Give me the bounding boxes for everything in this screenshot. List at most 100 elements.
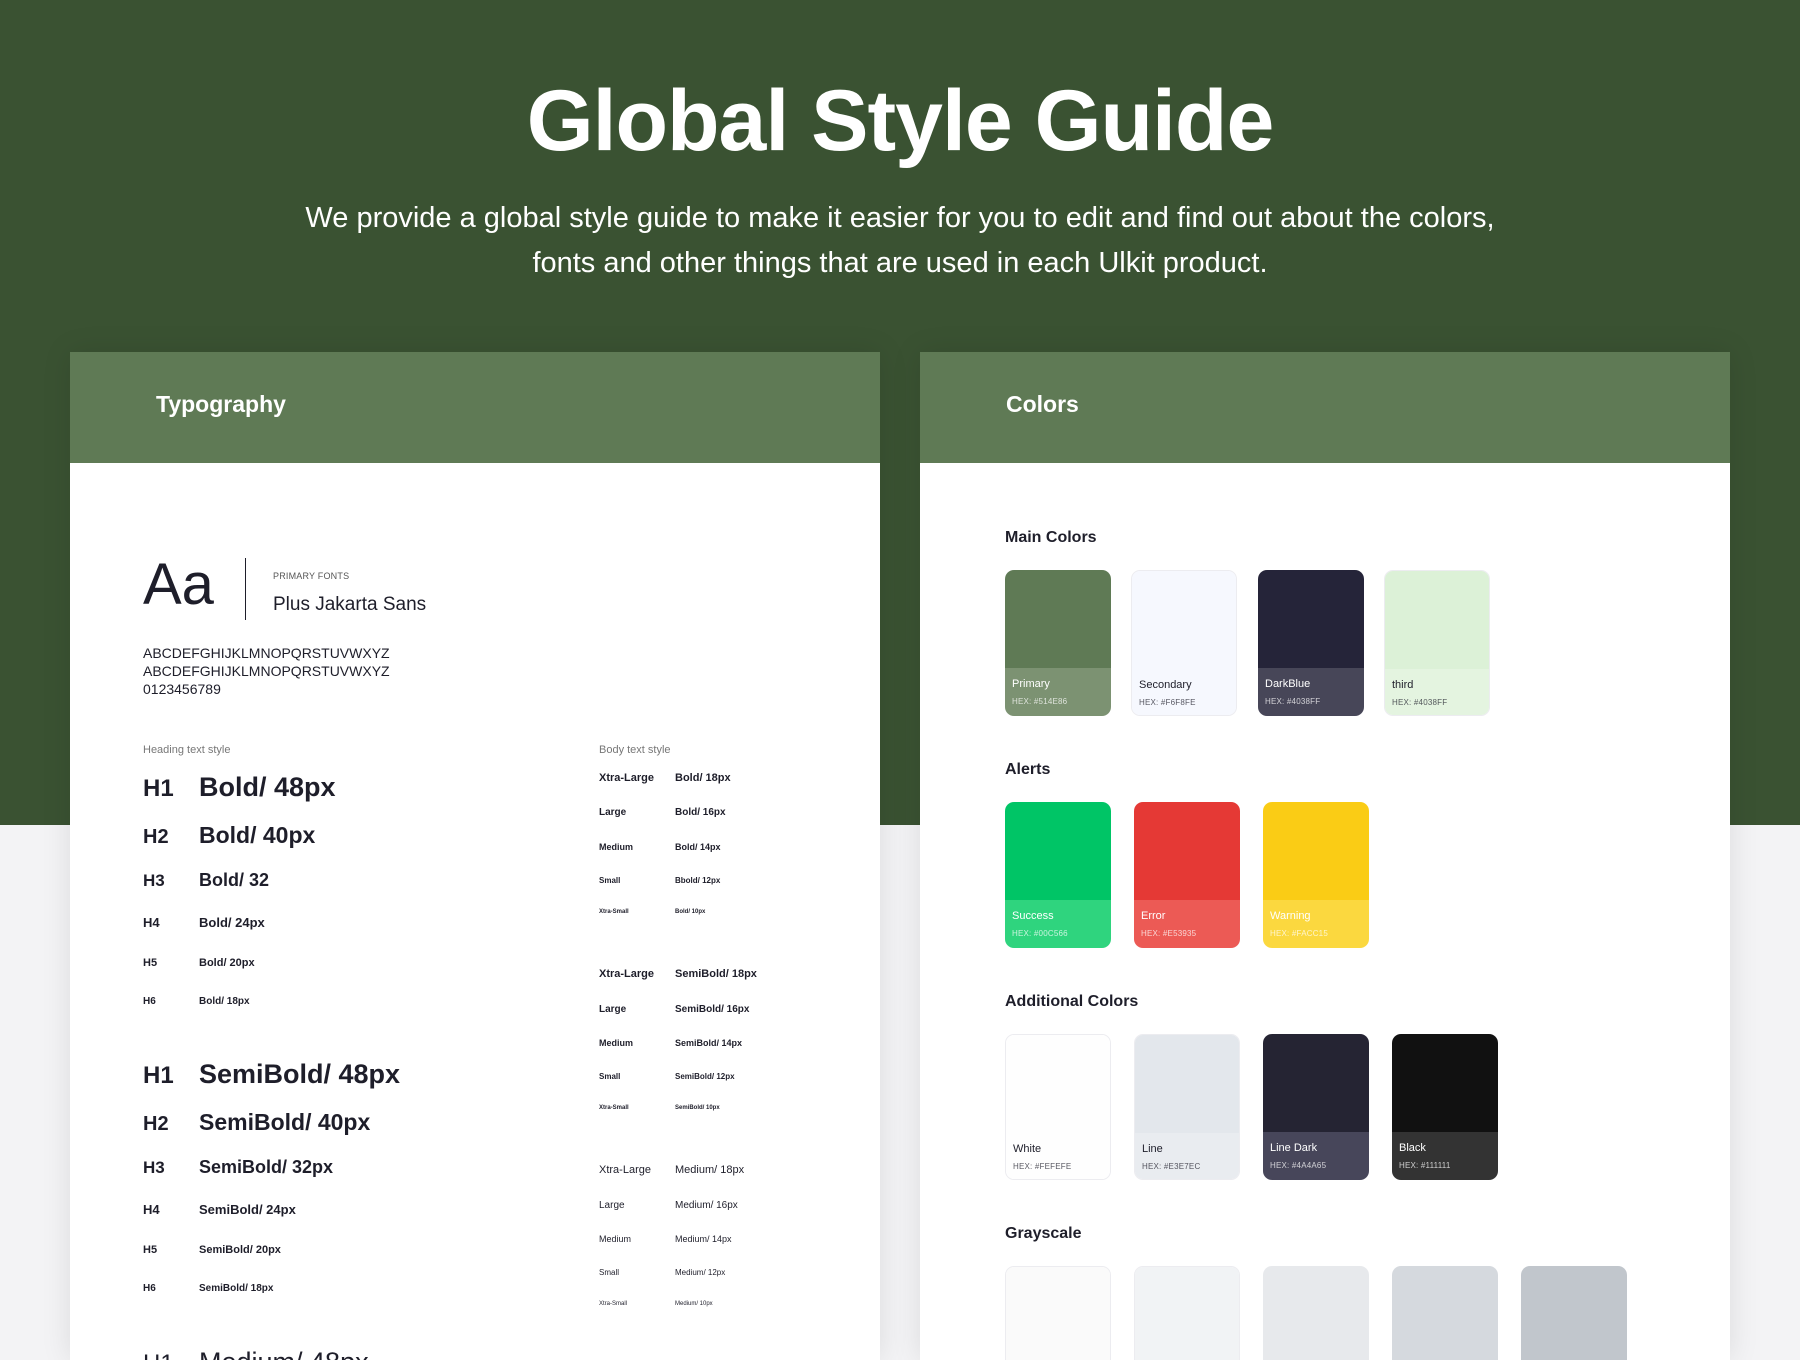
heading-spec: Bold/ 40px [199, 822, 316, 848]
additional-colors-title: Additional Colors [1005, 993, 1139, 1010]
swatch-label-area [1006, 1133, 1110, 1179]
grayscale-swatch[interactable] [1263, 1266, 1369, 1360]
heading-spec: SemiBold/ 18px [199, 1283, 274, 1294]
body-style-row: Small Medium/ 12px [599, 1268, 725, 1277]
swatch-color [1135, 1267, 1239, 1360]
heading-spec: SemiBold/ 40px [199, 1109, 371, 1135]
body-spec: Bbold/ 12px [675, 876, 721, 885]
swatch-name: Secondary [1139, 679, 1192, 691]
heading-style-row: H1 Bold/ 48px [143, 772, 336, 803]
heading-style-row: H5 Bold/ 20px [143, 953, 255, 971]
swatch-color [1385, 571, 1489, 669]
color-swatch[interactable]: Primary HEX: #514E86 [1005, 570, 1111, 716]
heading-spec: Bold/ 48px [199, 772, 336, 802]
heading-tag: H3 [143, 871, 165, 890]
font-sample: Aa [143, 552, 214, 617]
heading-tag: H4 [143, 1202, 160, 1217]
swatch-color [1263, 1266, 1369, 1360]
body-spec: SemiBold/ 16px [675, 1004, 750, 1015]
alphabet-upper: ABCDEFGHIJKLMNOPQRSTUVWXYZ [143, 645, 390, 661]
heading-spec: SemiBold/ 20px [199, 1244, 281, 1256]
body-spec: Bold/ 18px [675, 772, 731, 784]
swatch-color [1392, 1034, 1498, 1132]
color-swatch[interactable]: Line Dark HEX: #4A4A65 [1263, 1034, 1369, 1180]
body-size-name: Large [599, 1200, 625, 1211]
heading-spec: Bold/ 24px [199, 915, 265, 930]
swatch-color [1263, 1034, 1369, 1132]
body-style-row: Medium Medium/ 14px [599, 1234, 732, 1244]
color-swatch[interactable]: Warning HEX: #FACC15 [1263, 802, 1369, 948]
body-size-name: Xtra-Small [599, 909, 629, 915]
color-swatch[interactable]: third HEX: #4038FF [1384, 570, 1490, 716]
heading-style-row: H1 SemiBold/ 48px [143, 1059, 400, 1090]
body-spec: SemiBold/ 18px [675, 968, 757, 980]
swatch-name: Primary [1012, 678, 1050, 690]
swatch-name: Warning [1270, 910, 1311, 922]
main-colors-title: Main Colors [1005, 529, 1097, 546]
body-spec: Medium/ 12px [675, 1268, 726, 1277]
heading-spec: SemiBold/ 32px [199, 1157, 334, 1177]
heading-tag: H5 [143, 1244, 158, 1256]
heading-tag: H1 [143, 1350, 199, 1360]
swatch-name: Line Dark [1270, 1142, 1318, 1154]
color-swatch[interactable]: DarkBlue HEX: #4038FF [1258, 570, 1364, 716]
heading-tag: H6 [143, 1283, 156, 1294]
color-swatch[interactable]: Black HEX: #111111 [1392, 1034, 1498, 1180]
body-size-name: Small [599, 876, 621, 885]
body-style-row: Medium SemiBold/ 14px [599, 1038, 742, 1048]
grayscale-swatch[interactable] [1521, 1266, 1627, 1360]
heading-tag: H2 [143, 826, 169, 848]
swatch-label-area [1392, 1132, 1498, 1180]
body-size-name: Xtra-Large [599, 1164, 651, 1176]
swatch-hex: HEX: #4038FF [1392, 698, 1448, 707]
color-swatch[interactable]: White HEX: #FEFEFE [1005, 1034, 1111, 1180]
body-style-row: Xtra-Small Bold/ 10px [599, 909, 705, 915]
color-swatch[interactable]: Error HEX: #E53935 [1134, 802, 1240, 948]
body-style-row: Large SemiBold/ 16px [599, 1004, 749, 1015]
color-swatch[interactable]: Success HEX: #00C566 [1005, 802, 1111, 948]
body-style-row: Medium Bold/ 14px [599, 842, 721, 852]
swatch-name: White [1013, 1143, 1042, 1155]
body-style-row: Xtra-Small Medium/ 10px [599, 1301, 713, 1307]
swatch-hex: HEX: #4038FF [1265, 697, 1321, 706]
page-title: Global Style Guide [526, 73, 1275, 169]
character-set: ABCDEFGHIJKLMNOPQRSTUVWXYZ ABCDEFGHIJKLM… [143, 644, 390, 698]
body-size-name: Large [599, 1004, 627, 1015]
body-style-row: Xtra-Small SemiBold/ 10px [599, 1105, 720, 1111]
heading-style-row: H2 Bold/ 40px [143, 822, 315, 849]
body-size-name: Small [599, 1268, 620, 1277]
swatch-label-area [1134, 900, 1240, 948]
swatch-hex: HEX: #514E86 [1012, 697, 1068, 706]
grayscale-title: Grayscale [1005, 1225, 1082, 1242]
grayscale-swatch[interactable] [1134, 1266, 1240, 1360]
swatch-hex: HEX: #FEFEFE [1013, 1162, 1072, 1171]
heading-style-row: H4 Bold/ 24px [143, 914, 265, 932]
color-swatch[interactable]: Line HEX: #E3E7EC [1134, 1034, 1240, 1180]
body-spec: Bold/ 14px [675, 842, 721, 852]
swatch-hex: HEX: #FACC15 [1270, 929, 1328, 938]
heading-style-row: H3 SemiBold/ 32px [143, 1157, 333, 1178]
body-spec: Bold/ 16px [675, 807, 726, 818]
swatch-name: Error [1141, 910, 1166, 922]
swatch-hex: HEX: #111111 [1399, 1161, 1451, 1170]
body-size-name: Medium [599, 1234, 632, 1244]
heading-spec: Medium/ 48px [199, 1347, 369, 1360]
swatch-name: third [1392, 679, 1414, 691]
swatch-label-area [1135, 1133, 1239, 1179]
body-style-row: Xtra-Large SemiBold/ 18px [599, 968, 757, 980]
body-size-name: Xtra-Large [599, 772, 655, 784]
heading-style-row: H3 Bold/ 32 [143, 870, 269, 891]
swatch-color [1135, 1035, 1239, 1133]
grayscale-swatch[interactable] [1392, 1266, 1498, 1360]
swatch-label-area [1258, 668, 1364, 716]
swatch-name: Black [1399, 1142, 1426, 1154]
body-spec: Medium/ 10px [675, 1301, 713, 1307]
heading-style-row: H4 SemiBold/ 24px [143, 1201, 296, 1219]
heading-tag: H2 [143, 1113, 169, 1135]
heading-tag: H1 [143, 775, 174, 802]
color-swatch[interactable]: Secondary HEX: #F6F8FE [1131, 570, 1237, 716]
swatch-color [1134, 802, 1240, 900]
colors-panel-title: Colors [1006, 391, 1079, 417]
grayscale-swatch[interactable] [1005, 1266, 1111, 1360]
heading-tag: H6 [143, 996, 156, 1007]
